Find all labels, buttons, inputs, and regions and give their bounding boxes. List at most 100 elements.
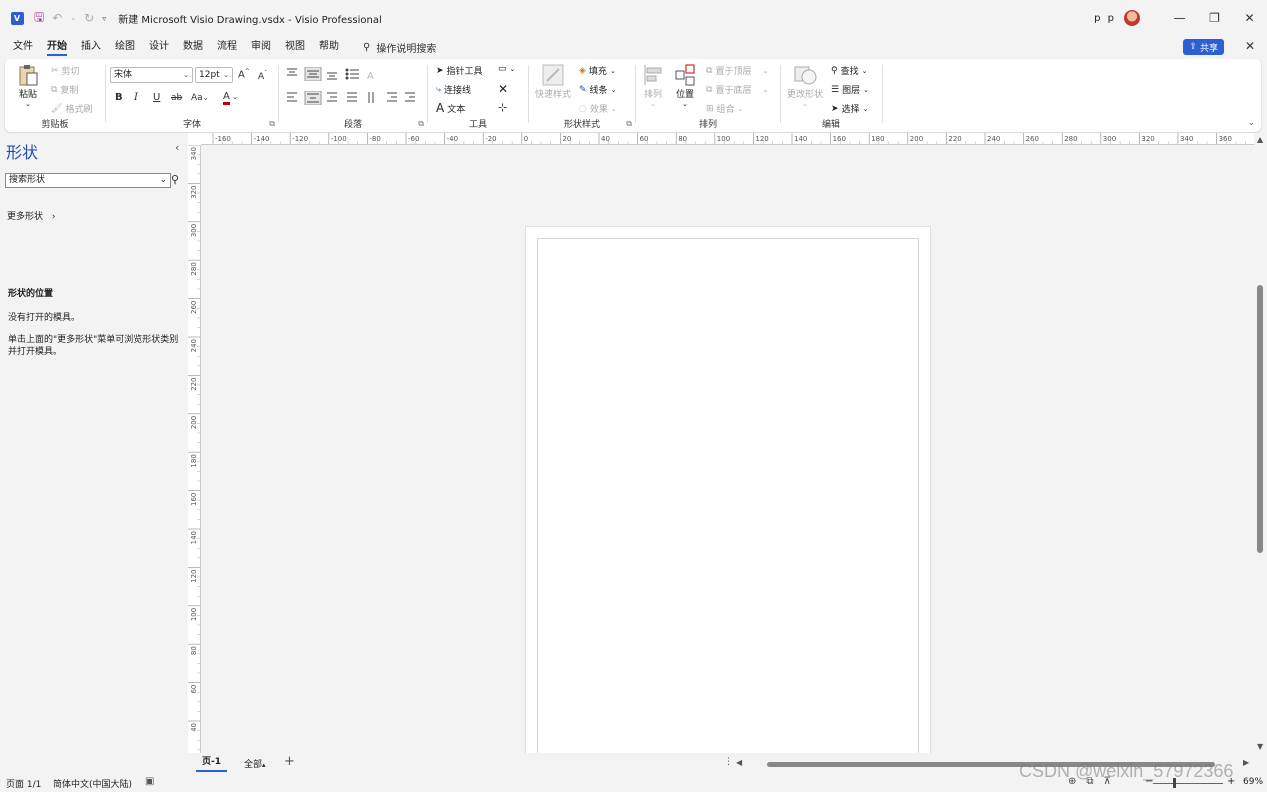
strikethrough-button[interactable]: ab bbox=[171, 93, 182, 103]
italic-button[interactable]: I bbox=[134, 92, 138, 103]
find-button[interactable]: ⚲ 查找 ⌄ bbox=[831, 64, 867, 78]
line-tool-icon[interactable]: ✕ bbox=[498, 82, 508, 96]
vertical-scroll-thumb[interactable] bbox=[1257, 285, 1263, 553]
ruler-label: 100 bbox=[190, 608, 198, 621]
close-icon[interactable]: ✕ bbox=[1245, 39, 1255, 53]
zoom-slider[interactable] bbox=[1153, 783, 1223, 784]
ribbon-tabs: 文件 开始 插入 绘图 设计 数据 流程 审阅 视图 帮助 ⚲ 操作说明搜索 ⇪… bbox=[0, 36, 1267, 58]
tab-draw[interactable]: 绘图 bbox=[109, 36, 141, 58]
close-button[interactable]: ✕ bbox=[1232, 11, 1267, 25]
tab-help[interactable]: 帮助 bbox=[313, 36, 345, 58]
visio-app-icon: V bbox=[10, 11, 24, 25]
restore-button[interactable]: ❐ bbox=[1197, 11, 1232, 25]
all-pages-button[interactable]: 全部▴ bbox=[244, 757, 266, 770]
page-number-status[interactable]: 页面 1/1 bbox=[6, 777, 41, 790]
ruler-label: 120 bbox=[190, 569, 198, 582]
tab-data[interactable]: 数据 bbox=[177, 36, 209, 58]
change-case-button[interactable]: Aa⌄ bbox=[191, 93, 209, 103]
quick-styles-button[interactable]: 快速样式 bbox=[535, 63, 571, 100]
chevron-left-icon[interactable]: ‹ bbox=[175, 141, 179, 154]
chevron-down-icon[interactable]: ⌄ bbox=[159, 174, 167, 187]
save-icon[interactable]: 🖫 bbox=[34, 8, 44, 29]
ribbon: 粘贴 ⌄ ✂ 剪切 ⧉ 复制 🖌 格式刷 剪贴板 宋体 ⌄ 12pt ⌄ A^ Aˇ B … bbox=[5, 59, 1261, 132]
scroll-right-icon[interactable]: ▶ bbox=[1243, 758, 1249, 767]
language-status[interactable]: 简体中文(中国大陆) bbox=[53, 777, 132, 790]
paste-button[interactable]: 粘贴 ⌄ bbox=[17, 63, 39, 108]
cut-button[interactable]: ✂ 剪切 bbox=[51, 64, 80, 78]
pointer-icon: ➤ bbox=[436, 65, 444, 76]
horizontal-ruler[interactable]: -160 -140 -120 -100 -80 -60 -40 -20 0 20 40 60 80 100… bbox=[201, 133, 1254, 145]
position-button[interactable]: 位置 ⌄ bbox=[674, 63, 696, 108]
tab-home[interactable]: 开始 bbox=[41, 36, 73, 58]
align-button[interactable]: 排列 ⌄ bbox=[642, 63, 664, 108]
macro-record-icon[interactable]: ▣ bbox=[145, 776, 154, 787]
more-options-icon[interactable]: ⋮ bbox=[724, 757, 733, 767]
select-button[interactable]: ➤ 选择 ⌄ bbox=[831, 102, 868, 116]
undo-dropdown-icon[interactable]: ⌄ bbox=[70, 14, 76, 22]
group-button[interactable]: ⊞ 组合 ⌄ bbox=[706, 102, 743, 116]
vertical-scrollbar[interactable]: ▲ ▼ bbox=[1254, 133, 1267, 753]
collapse-ribbon-icon[interactable]: ⌄ bbox=[1247, 118, 1255, 128]
tell-me-search[interactable]: ⚲ 操作说明搜索 bbox=[363, 40, 436, 55]
ruler-label: 320 bbox=[1141, 135, 1154, 143]
font-color-button[interactable]: A ⌄ bbox=[223, 91, 238, 105]
ruler-label: 340 bbox=[1180, 135, 1193, 143]
bring-to-front-button[interactable]: ⧉ 置于顶层 ⌄ bbox=[706, 64, 768, 78]
tab-file[interactable]: 文件 bbox=[7, 36, 39, 58]
fill-button[interactable]: ◈ 填充 ⌄ bbox=[579, 64, 616, 78]
line-button[interactable]: ✎ 线条 ⌄ bbox=[579, 83, 616, 97]
shrink-font-button[interactable]: Aˇ bbox=[258, 70, 267, 82]
paragraph-dialog-launcher-icon[interactable]: ⧉ bbox=[418, 119, 424, 129]
search-icon[interactable]: ⚲ bbox=[171, 173, 179, 186]
font-name-combo[interactable]: 宋体 ⌄ bbox=[110, 67, 193, 83]
tab-insert[interactable]: 插入 bbox=[75, 36, 107, 58]
share-button[interactable]: ⇪ 共享 bbox=[1183, 39, 1224, 55]
underline-button[interactable]: U bbox=[153, 92, 160, 103]
tab-design[interactable]: 设计 bbox=[143, 36, 175, 58]
tab-review[interactable]: 审阅 bbox=[245, 36, 277, 58]
bold-button[interactable]: B bbox=[115, 92, 123, 103]
position-icon bbox=[675, 64, 695, 86]
pointer-tool-button[interactable]: ➤ 指针工具 bbox=[436, 64, 483, 78]
font-size-combo[interactable]: 12pt ⌄ bbox=[195, 67, 233, 83]
minimize-button[interactable]: — bbox=[1162, 11, 1197, 25]
undo-icon[interactable]: ↶ bbox=[52, 11, 62, 25]
shape-styles-dialog-launcher-icon[interactable]: ⧉ bbox=[626, 119, 632, 129]
ruler-label: 60 bbox=[640, 135, 649, 143]
change-shape-button[interactable]: 更改形状 ⌄ bbox=[787, 63, 823, 108]
more-shapes-button[interactable]: 更多形状 › bbox=[7, 209, 56, 222]
grow-font-button[interactable]: A^ bbox=[238, 68, 250, 80]
font-dialog-launcher-icon[interactable]: ⧉ bbox=[269, 119, 275, 129]
vertical-ruler[interactable]: 340 320 300 280 260 240 220 200 180 160 140 120 100 8… bbox=[188, 145, 201, 753]
zoom-level[interactable]: 69% bbox=[1243, 777, 1263, 787]
drawing-canvas[interactable] bbox=[202, 146, 1254, 753]
add-page-button[interactable]: + bbox=[284, 754, 295, 769]
tab-process[interactable]: 流程 bbox=[211, 36, 243, 58]
rectangle-shape-icon[interactable]: ▭ ⌄ bbox=[498, 64, 515, 74]
format-painter-button[interactable]: 🖌 格式刷 bbox=[51, 102, 92, 116]
scroll-up-icon[interactable]: ▲ bbox=[1257, 135, 1263, 144]
page-tab-1[interactable]: 页-1 bbox=[196, 755, 227, 772]
text-tool-button[interactable]: A 文本 bbox=[436, 101, 465, 115]
quick-access-toolbar: 🖫 ↶ ⌄ ↻ ▿ bbox=[34, 8, 106, 29]
ruler-label: 240 bbox=[190, 339, 198, 352]
copy-button[interactable]: ⧉ 复制 bbox=[51, 83, 78, 97]
layers-button[interactable]: ☰ 图层 ⌄ bbox=[831, 83, 869, 97]
connection-point-icon[interactable]: ⊹ bbox=[498, 101, 507, 114]
scroll-down-icon[interactable]: ▼ bbox=[1257, 742, 1263, 751]
editing-label: 编辑 bbox=[821, 120, 840, 130]
effects-button[interactable]: ◌ 效果 ⌄ bbox=[579, 102, 617, 116]
tab-view[interactable]: 视图 bbox=[279, 36, 311, 58]
ruler-label: 280 bbox=[190, 262, 198, 275]
connector-button[interactable]: ⤷ 连接线 bbox=[436, 83, 471, 97]
user-name[interactable]: p p bbox=[1094, 13, 1116, 24]
avatar[interactable] bbox=[1124, 10, 1140, 26]
customize-qat-icon[interactable]: ▿ bbox=[102, 14, 106, 23]
scroll-left-icon[interactable]: ◀ bbox=[736, 758, 742, 767]
font-group: 宋体 ⌄ 12pt ⌄ A^ Aˇ B I U ab Aa⌄ A ⌄ 字体 ⧉ bbox=[106, 59, 278, 132]
send-to-back-button[interactable]: ⧉ 置于底层 ⌄ bbox=[706, 83, 768, 97]
shape-search-input[interactable]: 搜索形状 ⌄ bbox=[5, 173, 171, 188]
bullets-icon bbox=[345, 68, 359, 80]
redo-icon[interactable]: ↻ bbox=[84, 11, 94, 25]
drawing-page[interactable] bbox=[525, 226, 931, 753]
